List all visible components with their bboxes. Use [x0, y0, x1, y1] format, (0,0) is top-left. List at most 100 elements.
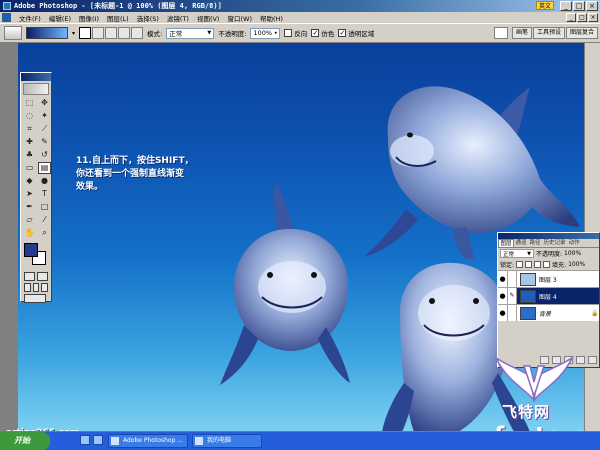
screen-mode-buttons: [21, 282, 51, 293]
visibility-eye-icon[interactable]: ●: [498, 288, 508, 304]
shape-tool-icon[interactable]: □: [38, 201, 51, 213]
mode-select[interactable]: 正常 ▼: [166, 27, 215, 39]
linear-gradient-button[interactable]: [79, 27, 92, 39]
taskbar-item-label: 我的电脑: [207, 437, 232, 444]
trash-icon[interactable]: [588, 356, 597, 364]
ime-indicator[interactable]: 英文: [535, 1, 554, 10]
eyedropper-tool-icon[interactable]: ⁄: [38, 214, 51, 226]
tab-actions[interactable]: 动作: [567, 239, 581, 247]
layer-row-4[interactable]: ● ✎ 图层 4: [498, 287, 599, 304]
healing-brush-tool-icon[interactable]: ✚: [23, 136, 36, 148]
layer-opacity-value[interactable]: 100%: [564, 250, 581, 257]
eraser-tool-icon[interactable]: ▭: [23, 162, 36, 174]
path-selection-tool-icon[interactable]: ➤: [23, 188, 36, 200]
lock-transparency-checkbox[interactable]: [516, 261, 524, 268]
lock-all-checkbox[interactable]: [543, 261, 551, 268]
checkbox-empty-icon: [284, 29, 293, 37]
tool-preset-picker[interactable]: [4, 26, 22, 40]
fill-value[interactable]: 100%: [568, 261, 585, 268]
link-slot[interactable]: [508, 305, 517, 321]
taskbar-item-my-computer[interactable]: 我的电脑: [192, 434, 262, 448]
browser-icon[interactable]: [93, 435, 103, 445]
crop-tool-icon[interactable]: ⌗: [23, 123, 36, 135]
lock-pixels-checkbox[interactable]: [525, 261, 533, 268]
doc-restore-button[interactable]: □: [577, 13, 587, 22]
tab-history[interactable]: 历史记录: [542, 239, 567, 247]
taskbar-item-photoshop[interactable]: Adobe Photoshop ...: [108, 434, 188, 448]
angle-gradient-button[interactable]: [105, 27, 118, 39]
layer-row-3[interactable]: ● 图层 3: [498, 270, 599, 287]
history-brush-tool-icon[interactable]: ↺: [38, 149, 51, 161]
standard-screen-button[interactable]: [24, 283, 31, 292]
layer-comps-tab[interactable]: 图层复合: [565, 27, 598, 39]
transparency-checkbox[interactable]: ✓ 透明区域: [338, 28, 374, 38]
brushes-tab[interactable]: 画笔: [511, 27, 532, 39]
full-screen-menu-button[interactable]: [32, 283, 40, 292]
new-layer-icon[interactable]: [576, 356, 585, 364]
tab-layers[interactable]: 图层: [498, 239, 515, 247]
jump-to-imageready-button[interactable]: [24, 294, 46, 303]
menu-image[interactable]: 图像(I): [75, 13, 103, 23]
adobe-online-icon[interactable]: [23, 83, 49, 95]
palette-well-icon[interactable]: [493, 27, 508, 39]
pen-tool-icon[interactable]: ✒: [23, 201, 36, 213]
visibility-eye-icon[interactable]: ●: [498, 305, 508, 321]
opacity-input[interactable]: 100% ▸: [250, 27, 281, 39]
gradient-tool-icon[interactable]: ▤: [38, 162, 51, 174]
diamond-gradient-button[interactable]: [131, 27, 144, 39]
dither-checkbox[interactable]: ✓ 仿色: [311, 28, 334, 38]
tools-palette-titlebar[interactable]: [21, 73, 51, 81]
document-icon[interactable]: [2, 13, 11, 22]
layer-row-background[interactable]: ● 背景 🔒: [498, 304, 599, 321]
notes-tool-icon[interactable]: ▱: [23, 214, 36, 226]
brush-edit-icon[interactable]: ✎: [508, 288, 517, 304]
radial-gradient-button[interactable]: [92, 27, 105, 39]
menu-view[interactable]: 视图(V): [193, 13, 224, 23]
visibility-eye-icon[interactable]: ●: [498, 271, 508, 287]
menu-layer[interactable]: 图层(L): [103, 13, 133, 23]
window-title: Adobe Photoshop - [未标题-1 @ 100% (图层 4, R…: [14, 2, 222, 10]
magic-wand-tool-icon[interactable]: ✦: [38, 110, 51, 122]
dodge-tool-icon[interactable]: ●: [38, 175, 51, 187]
full-screen-button[interactable]: [41, 283, 49, 292]
layer-name: 图层 4: [539, 293, 557, 301]
menu-edit[interactable]: 编辑(E): [45, 13, 75, 23]
menu-help[interactable]: 帮助(H): [256, 13, 287, 23]
quick-mask-button[interactable]: [37, 272, 48, 281]
close-button[interactable]: ×: [586, 1, 598, 11]
standard-mode-button[interactable]: [24, 272, 35, 281]
brush-tool-icon[interactable]: ✎: [38, 136, 51, 148]
marquee-tool-icon[interactable]: ⬚: [23, 97, 36, 109]
type-tool-icon[interactable]: T: [38, 188, 51, 200]
reverse-checkbox[interactable]: 反向: [284, 28, 307, 38]
blur-tool-icon[interactable]: ◆: [23, 175, 36, 187]
tab-channels[interactable]: 通道: [514, 239, 528, 247]
lock-position-checkbox[interactable]: [534, 261, 542, 268]
menu-select[interactable]: 选择(S): [133, 13, 163, 23]
link-slot[interactable]: [508, 271, 517, 287]
reflected-gradient-button[interactable]: [118, 27, 131, 39]
menu-file[interactable]: 文件(F): [15, 13, 45, 23]
slice-tool-icon[interactable]: ⟋: [38, 123, 51, 135]
tab-paths[interactable]: 路径: [528, 239, 542, 247]
tool-presets-tab[interactable]: 工具预设: [532, 27, 565, 39]
doc-minimize-button[interactable]: _: [566, 13, 576, 22]
zoom-tool-icon[interactable]: ⌕: [38, 227, 51, 239]
gradient-type-buttons: [79, 27, 144, 39]
lasso-tool-icon[interactable]: ◌: [23, 110, 36, 122]
hand-tool-icon[interactable]: ✋: [23, 227, 36, 239]
foreground-color-swatch[interactable]: [24, 243, 38, 257]
menu-window[interactable]: 窗口(W): [223, 13, 256, 23]
maximize-button[interactable]: □: [573, 1, 585, 11]
layer-name: 背景: [539, 310, 552, 318]
start-button[interactable]: 开始: [0, 432, 50, 450]
chevron-down-icon[interactable]: ▾: [72, 30, 75, 37]
minimize-button[interactable]: _: [560, 1, 572, 11]
doc-close-button[interactable]: ×: [588, 13, 598, 22]
gradient-picker[interactable]: [26, 27, 68, 39]
menu-filter[interactable]: 滤镜(T): [163, 13, 193, 23]
show-desktop-icon[interactable]: [80, 435, 90, 445]
move-tool-icon[interactable]: ✥: [38, 97, 51, 109]
clone-stamp-tool-icon[interactable]: ♣: [23, 149, 36, 161]
blend-mode-select[interactable]: 正常 ▼: [500, 249, 534, 258]
